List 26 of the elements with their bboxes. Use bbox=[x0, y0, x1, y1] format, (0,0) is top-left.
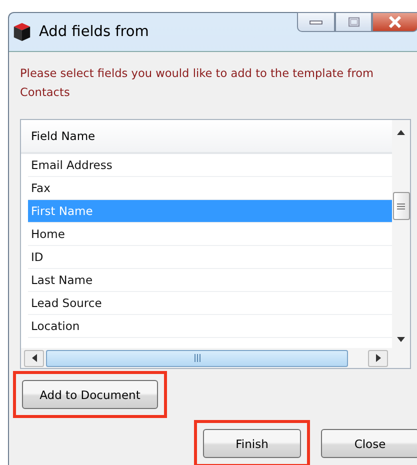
horizontal-scrollbar[interactable] bbox=[21, 348, 410, 368]
dialog-button[interactable]: Finish bbox=[203, 429, 301, 458]
list-row[interactable]: Home bbox=[28, 223, 392, 246]
scroll-left-icon[interactable] bbox=[24, 350, 44, 366]
maximize-icon bbox=[348, 17, 360, 27]
scroll-right-icon[interactable] bbox=[368, 350, 388, 366]
add-to-document-button[interactable]: Add to Document bbox=[22, 380, 158, 409]
scroll-up-icon[interactable] bbox=[397, 130, 405, 135]
minimize-button[interactable] bbox=[297, 12, 335, 32]
cube-icon bbox=[13, 22, 31, 42]
minimize-icon bbox=[309, 18, 323, 26]
scroll-thumb[interactable] bbox=[392, 192, 410, 220]
maximize-button[interactable] bbox=[335, 12, 372, 32]
close-button[interactable] bbox=[372, 12, 417, 32]
scroll-down-icon[interactable] bbox=[397, 337, 405, 342]
list-row[interactable]: ID bbox=[28, 246, 392, 269]
list-row[interactable]: Email Address bbox=[28, 154, 392, 177]
instruction-text: Please select fields you would like to add to the template from Contacts bbox=[20, 66, 375, 101]
dialog-button[interactable]: Close bbox=[321, 429, 417, 458]
vertical-scrollbar[interactable] bbox=[392, 120, 410, 348]
list-row[interactable]: Location bbox=[28, 315, 392, 338]
list-row[interactable]: Lead Source bbox=[28, 292, 392, 315]
window-title: Add fields from bbox=[39, 24, 149, 40]
scroll-thumb[interactable] bbox=[46, 350, 348, 366]
close-icon bbox=[387, 16, 403, 28]
list-row[interactable]: Last Name bbox=[28, 269, 392, 292]
